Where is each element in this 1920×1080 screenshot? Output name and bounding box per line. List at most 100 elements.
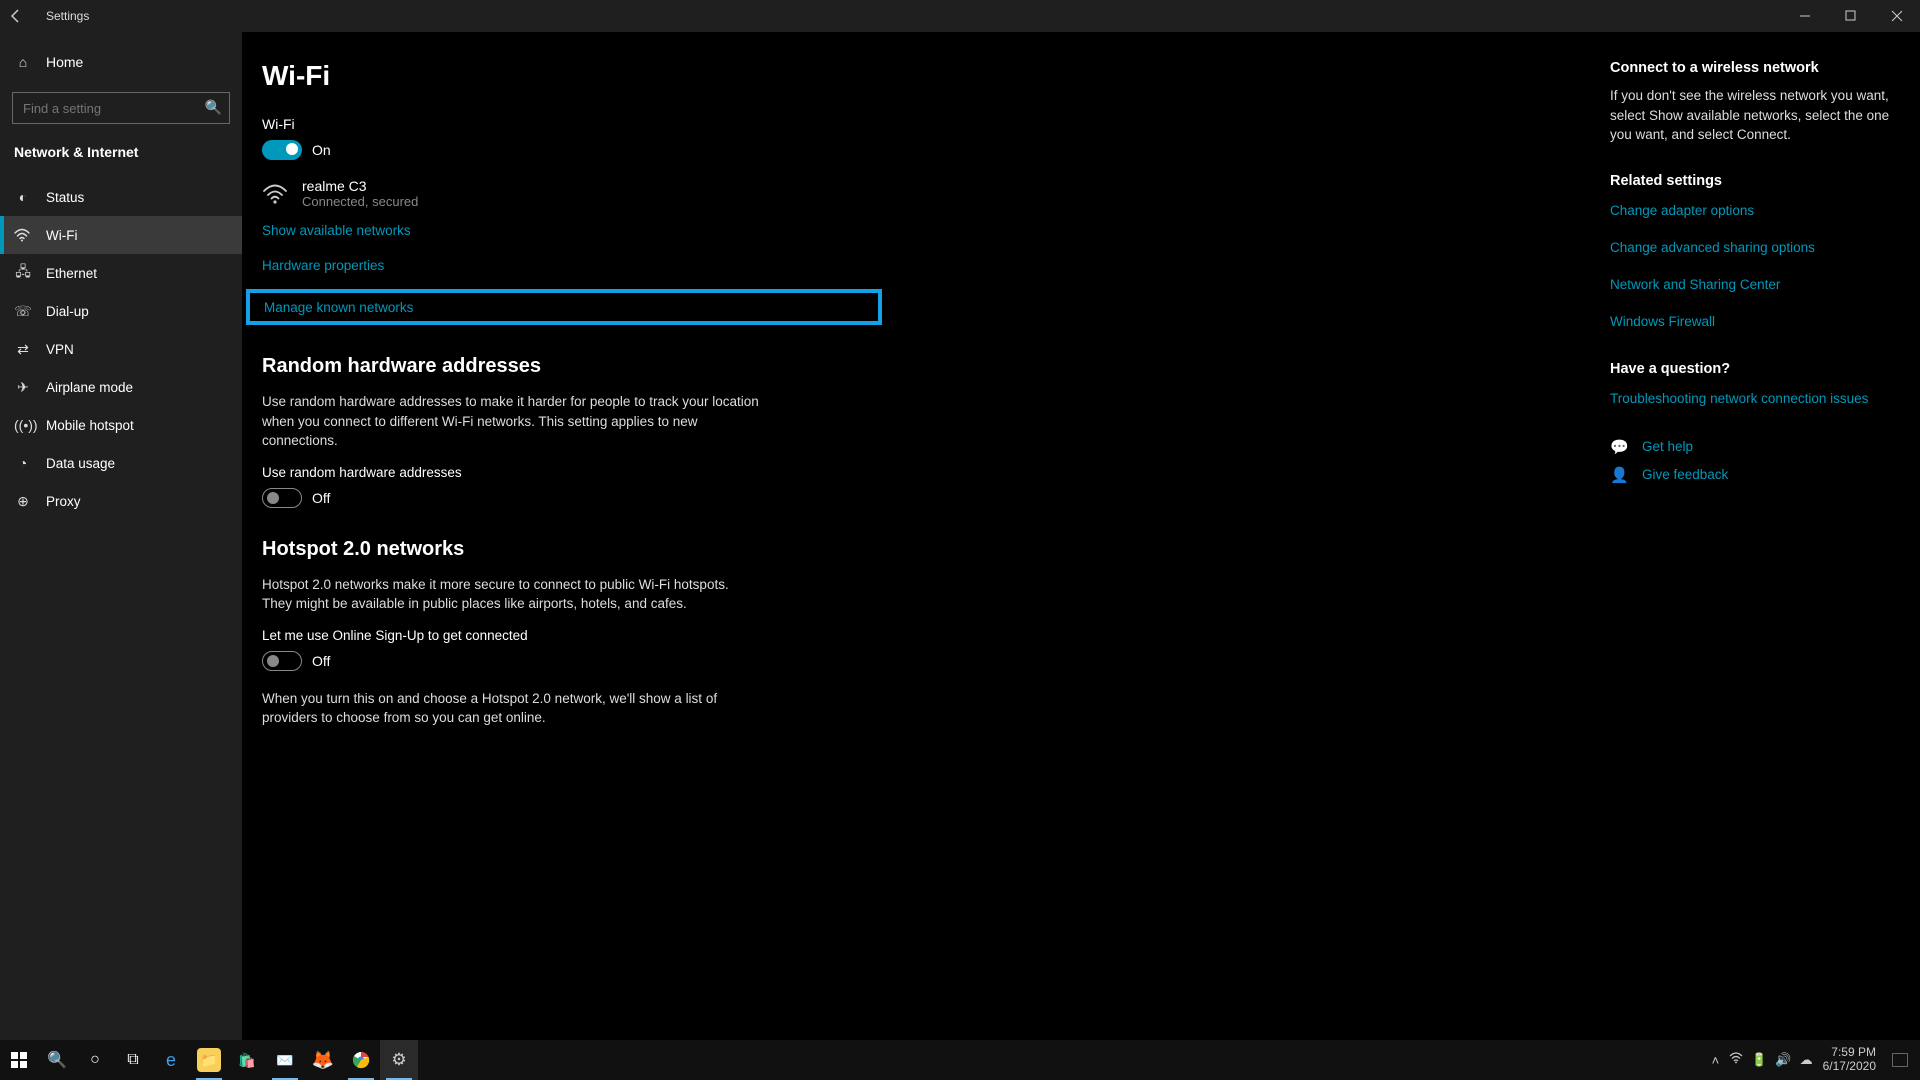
sidebar: ⌂ Home 🔍 Network & Internet ◐ Status Wi-… — [0, 32, 242, 1072]
wifi-toggle-state: On — [312, 142, 331, 158]
hotspot-title: Hotspot 2.0 networks — [262, 538, 882, 561]
action-center-button[interactable] — [1892, 1053, 1908, 1067]
taskbar: 🔍 ○ ⧉ e 📁 🛍️ ✉️ 🦊 ⚙ ˄ 🔋 🔊 ☁ 7:59 PM 6/17… — [0, 1040, 1920, 1080]
sidebar-item-label: Dial-up — [46, 304, 89, 319]
status-icon: ◐ — [14, 189, 32, 205]
hotspot-signup-label: Let me use Online Sign-Up to get connect… — [262, 628, 882, 643]
sidebar-item-label: Proxy — [46, 494, 81, 509]
firefox-icon[interactable]: 🦊 — [304, 1040, 342, 1080]
wifi-section-label: Wi-Fi — [262, 116, 882, 132]
connected-network[interactable]: realme C3 Connected, secured — [262, 178, 882, 209]
wifi-icon — [14, 228, 32, 242]
random-addresses-toggle[interactable] — [262, 488, 302, 508]
sidebar-item-wifi[interactable]: Wi-Fi — [0, 216, 242, 254]
tray-volume-icon[interactable]: 🔊 — [1775, 1052, 1791, 1068]
home-icon: ⌂ — [14, 54, 32, 70]
network-name: realme C3 — [302, 178, 418, 194]
hotspot-footer-text: When you turn this on and choose a Hotsp… — [262, 689, 762, 728]
windows-firewall-link[interactable]: Windows Firewall — [1610, 314, 1898, 329]
window-title: Settings — [46, 9, 89, 23]
search-taskbar-button[interactable]: 🔍 — [38, 1040, 76, 1080]
window-titlebar: Settings — [0, 0, 1920, 32]
change-advanced-sharing-link[interactable]: Change advanced sharing options — [1610, 240, 1898, 255]
tray-onedrive-icon[interactable]: ☁ — [1800, 1052, 1813, 1068]
sidebar-item-vpn[interactable]: ⇄ VPN — [0, 330, 242, 368]
sidebar-item-label: Wi-Fi — [46, 228, 77, 243]
chat-icon: 💬 — [1610, 438, 1628, 456]
minimize-button[interactable] — [1782, 0, 1828, 32]
related-settings-title: Related settings — [1610, 173, 1898, 189]
network-status: Connected, secured — [302, 194, 418, 209]
sidebar-item-dialup[interactable]: ☏ Dial-up — [0, 292, 242, 330]
clock-date: 6/17/2020 — [1823, 1060, 1876, 1074]
get-help-row[interactable]: 💬 Get help — [1610, 438, 1898, 456]
wifi-toggle[interactable] — [262, 140, 302, 160]
sidebar-items: ◐ Status Wi-Fi 🖧 Ethernet ☏ Dial-up ⇄ VP… — [0, 178, 242, 520]
tray-wifi-icon[interactable] — [1729, 1052, 1743, 1068]
microsoft-store-icon[interactable]: 🛍️ — [228, 1040, 266, 1080]
maximize-button[interactable] — [1828, 0, 1874, 32]
sidebar-item-hotspot[interactable]: ((•)) Mobile hotspot — [0, 406, 242, 444]
edge-icon[interactable]: e — [152, 1040, 190, 1080]
right-panel: Connect to a wireless network If you don… — [1610, 32, 1920, 1072]
troubleshoot-connection-link[interactable]: Troubleshooting network connection issue… — [1610, 391, 1898, 406]
show-available-networks-link[interactable]: Show available networks — [262, 223, 882, 238]
random-addresses-state: Off — [312, 490, 330, 506]
sidebar-item-label: VPN — [46, 342, 74, 357]
sidebar-item-label: Ethernet — [46, 266, 97, 281]
give-feedback-link[interactable]: Give feedback — [1642, 467, 1728, 482]
page-title: Wi-Fi — [262, 60, 882, 92]
vpn-icon: ⇄ — [14, 341, 32, 358]
tray-battery-icon[interactable]: 🔋 — [1751, 1052, 1767, 1068]
task-view-button[interactable]: ⧉ — [114, 1040, 152, 1080]
taskbar-clock[interactable]: 7:59 PM 6/17/2020 — [1823, 1046, 1876, 1074]
hardware-properties-link[interactable]: Hardware properties — [262, 258, 882, 273]
hotspot-signup-state: Off — [312, 653, 330, 669]
proxy-icon: ⊕ — [14, 493, 32, 510]
random-addresses-description: Use random hardware addresses to make it… — [262, 392, 762, 451]
close-button[interactable] — [1874, 0, 1920, 32]
chrome-icon[interactable] — [342, 1040, 380, 1080]
dialup-icon: ☏ — [14, 303, 32, 320]
sidebar-search: 🔍 — [12, 92, 230, 124]
get-help-link[interactable]: Get help — [1642, 439, 1693, 454]
manage-known-networks-link[interactable]: Manage known networks — [264, 300, 413, 315]
datausage-icon: ◔ — [14, 455, 32, 471]
sidebar-home[interactable]: ⌂ Home — [0, 42, 242, 82]
sidebar-category: Network & Internet — [0, 134, 242, 168]
connect-description: If you don't see the wireless network yo… — [1610, 86, 1898, 145]
question-title: Have a question? — [1610, 361, 1898, 377]
highlight-annotation: Manage known networks — [246, 289, 882, 325]
sidebar-item-proxy[interactable]: ⊕ Proxy — [0, 482, 242, 520]
system-tray: ˄ 🔋 🔊 ☁ 7:59 PM 6/17/2020 — [1712, 1046, 1920, 1074]
back-button[interactable] — [8, 8, 38, 24]
hotspot-icon: ((•)) — [14, 417, 32, 433]
cortana-button[interactable]: ○ — [76, 1040, 114, 1080]
sidebar-item-label: Mobile hotspot — [46, 418, 134, 433]
sidebar-item-airplane[interactable]: ✈ Airplane mode — [0, 368, 242, 406]
sidebar-item-datausage[interactable]: ◔ Data usage — [0, 444, 242, 482]
tray-chevron-icon[interactable]: ˄ — [1712, 1053, 1720, 1068]
mail-icon[interactable]: ✉️ — [266, 1040, 304, 1080]
content-area: Wi-Fi Wi-Fi On realme C3 Connected, secu… — [242, 32, 1920, 1072]
start-button[interactable] — [0, 1040, 38, 1080]
search-input[interactable] — [12, 92, 230, 124]
sidebar-item-label: Airplane mode — [46, 380, 133, 395]
window-controls — [1782, 0, 1920, 32]
sidebar-home-label: Home — [46, 54, 83, 70]
connect-title: Connect to a wireless network — [1610, 60, 1898, 76]
search-icon: 🔍 — [205, 99, 222, 116]
airplane-icon: ✈ — [14, 379, 32, 396]
main-panel: Wi-Fi Wi-Fi On realme C3 Connected, secu… — [242, 32, 922, 1072]
random-addresses-label: Use random hardware addresses — [262, 465, 882, 480]
settings-taskbar-icon[interactable]: ⚙ — [380, 1040, 418, 1080]
change-adapter-options-link[interactable]: Change adapter options — [1610, 203, 1898, 218]
network-sharing-center-link[interactable]: Network and Sharing Center — [1610, 277, 1898, 292]
give-feedback-row[interactable]: 👤 Give feedback — [1610, 466, 1898, 484]
hotspot-signup-toggle[interactable] — [262, 651, 302, 671]
sidebar-item-status[interactable]: ◐ Status — [0, 178, 242, 216]
person-icon: 👤 — [1610, 466, 1628, 484]
file-explorer-icon[interactable]: 📁 — [190, 1040, 228, 1080]
clock-time: 7:59 PM — [1823, 1046, 1876, 1060]
sidebar-item-ethernet[interactable]: 🖧 Ethernet — [0, 254, 242, 292]
